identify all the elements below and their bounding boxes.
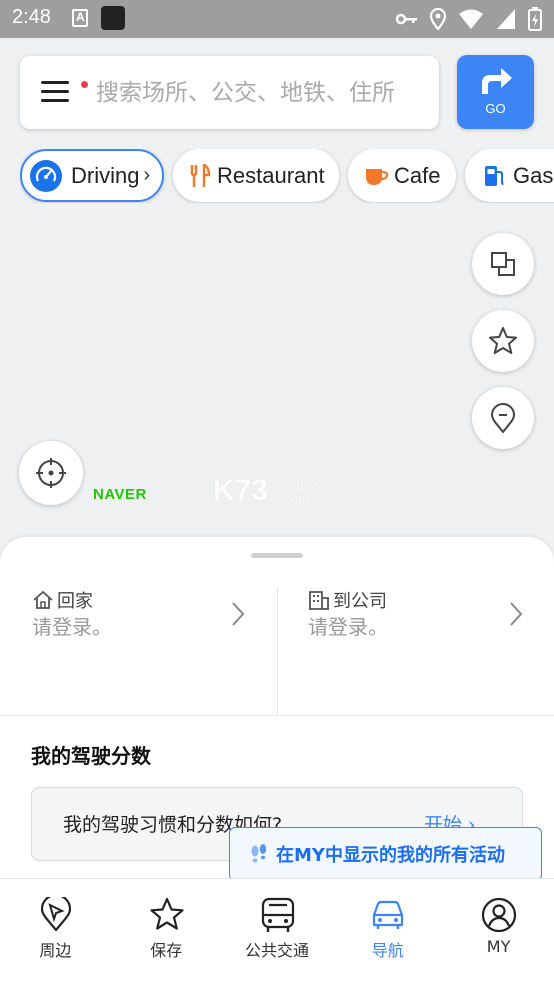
search-bar [20,56,439,129]
status-bar: 2:48 A [0,0,554,38]
naver-logo: NAVER [93,486,147,503]
nav-nearby-label: 周边 [39,941,72,960]
nav-saved[interactable]: 保存 [111,879,222,984]
search-input[interactable] [96,79,416,106]
divider [0,715,554,716]
fork-knife-icon [190,163,211,187]
nav-my[interactable]: MY [443,879,554,984]
bottom-nav: 周边 保存 公共交通 导航 MY [0,878,554,984]
battery-icon [528,7,542,31]
nav-navigation-label: 导航 [371,941,404,960]
nav-nearby[interactable]: 周边 [0,879,111,984]
footprints-icon [251,844,267,863]
nav-my-label: MY [486,937,511,956]
a-icon: A [72,9,88,27]
chip-gas-label: Gas [513,162,554,188]
work-title: 到公司 [333,591,387,612]
app-icon [101,6,125,30]
my-activity-tooltip[interactable]: 在MY中显示的我的所有活动 [229,827,542,890]
star-icon [489,327,517,354]
wifi-icon [459,9,483,29]
turn-right-arrow-icon [482,68,512,94]
nav-navigation[interactable]: 导航 [332,879,443,984]
work-title-row: 到公司 [308,587,387,613]
user-profile-icon [482,897,517,933]
home-title: 回家 [57,591,93,612]
chevron-right-icon [232,602,245,626]
nav-transit[interactable]: 公共交通 [222,879,333,984]
work-subtitle: 请登录。 [308,615,388,639]
go-label: GO [485,101,506,116]
office-building-icon [309,591,329,610]
layers-icon [491,252,515,276]
nav-transit-label: 公共交通 [244,941,309,960]
quick-work[interactable]: 到公司 请登录。 [277,587,554,715]
chevron-right-icon: › [143,164,151,186]
chip-cafe-label: Cafe [394,162,441,188]
home-title-row: 回家 [32,587,93,613]
place-marker-button[interactable] [472,387,534,449]
location-icon [430,8,446,30]
chevron-right-icon [510,602,523,626]
nearby-pin-icon [40,897,72,931]
quick-home[interactable]: 回家 请登录。 [0,587,277,715]
sheet-handle[interactable] [251,553,303,558]
home-subtitle: 请登录。 [32,615,112,639]
watermark: K73 游戏之家 .com [213,474,333,508]
chip-restaurant[interactable]: Restaurant [173,149,339,202]
menu-button[interactable] [38,56,90,129]
speedometer-icon [30,159,62,192]
driving-score-title: 我的驾驶分数 [31,744,151,768]
chip-gas[interactable]: Gas [465,149,554,202]
nav-saved-label: 保存 [150,941,183,960]
my-location-button[interactable] [19,441,83,505]
bus-icon [261,897,294,932]
watermark-domain: .com [281,492,310,507]
go-button[interactable]: GO [457,55,534,129]
crosshair-icon [36,458,66,488]
chip-driving[interactable]: Driving › [20,149,164,202]
key-icon [396,13,417,25]
watermark-main: K73 [213,474,269,507]
status-time: 2:48 [12,6,51,28]
map-pin-icon [491,403,515,433]
home-icon [33,590,53,609]
favorites-button[interactable] [472,310,534,372]
tooltip-text: 在MY中显示的我的所有活动 [276,845,505,866]
category-chips: Driving › Restaurant Cafe Gas [20,149,554,203]
layers-button[interactable] [472,233,534,295]
system-icons [396,6,542,32]
menu-icon [41,81,69,84]
menu-icon-line [41,90,69,93]
menu-icon-line [41,99,69,102]
notification-dot [81,81,88,88]
chip-cafe[interactable]: Cafe [348,149,456,202]
chip-restaurant-label: Restaurant [217,162,325,188]
coffee-cup-icon [366,168,388,185]
gas-pump-icon [485,165,504,186]
star-icon [150,897,184,930]
signal-icon [497,9,515,29]
chip-driving-label: Driving [71,162,140,188]
car-icon [373,900,404,929]
